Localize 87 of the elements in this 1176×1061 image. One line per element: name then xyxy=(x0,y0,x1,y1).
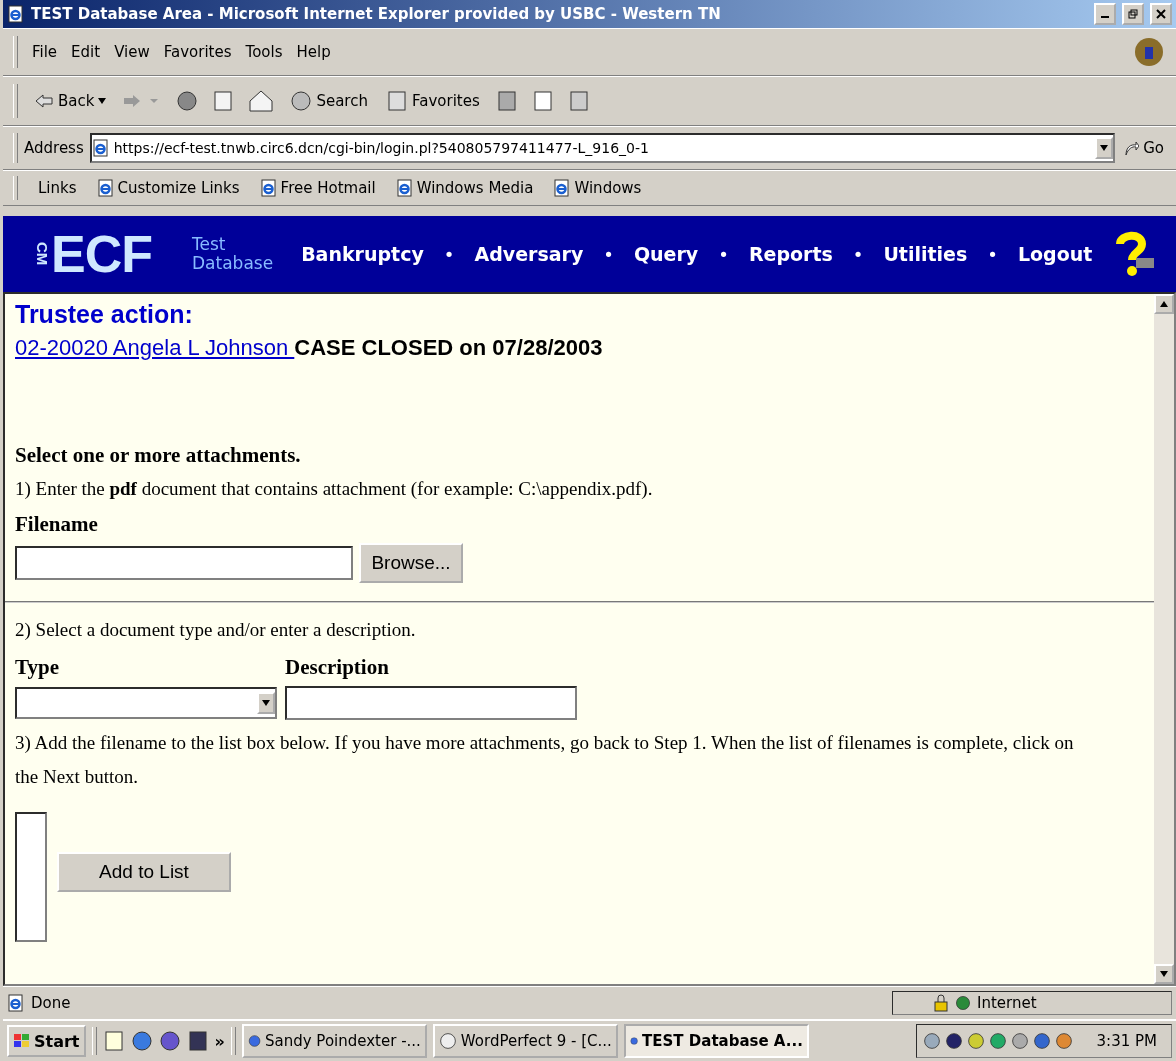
scrollbar[interactable] xyxy=(1154,294,1174,984)
field-label: Type xyxy=(15,655,60,680)
menu-item[interactable]: View xyxy=(114,43,150,61)
tray-icon[interactable] xyxy=(1032,1032,1051,1050)
links-label: Links xyxy=(38,179,77,197)
ie-page-icon xyxy=(91,139,110,157)
go-arrow-icon xyxy=(1123,140,1140,156)
zone-text: Internet xyxy=(977,994,1037,1012)
case-status: CASE CLOSED on 07/28/2003 xyxy=(294,335,603,361)
windows-logo-icon xyxy=(13,1033,31,1049)
case-link[interactable]: 02-20020 Angela L Johnson xyxy=(15,335,295,361)
add-to-list-button[interactable]: Add to List xyxy=(57,852,231,892)
step-text: 3) Add the filename to the list box below. If you have more attachments, go back to Step 1. When the list of filenames is complete, click on the Next button. xyxy=(15,731,1075,789)
nav-link[interactable]: Bankruptcy xyxy=(301,243,424,265)
nav-separator: • xyxy=(718,243,729,265)
clock: 3:31 PM xyxy=(1096,1032,1157,1050)
tray-icon[interactable] xyxy=(988,1032,1007,1050)
minimize-icon xyxy=(1101,16,1109,18)
go-button[interactable]: Go xyxy=(1121,137,1166,159)
tray-icon[interactable] xyxy=(1010,1032,1029,1050)
nav-separator: • xyxy=(603,243,614,265)
caret-icon xyxy=(98,98,107,104)
page-heading: Trustee action: xyxy=(15,300,194,329)
close-icon xyxy=(1156,9,1166,19)
nav-separator: • xyxy=(852,243,864,265)
logo-text: ECF xyxy=(51,224,152,284)
link-item[interactable]: Windows xyxy=(553,179,642,197)
link-item[interactable]: Free Hotmail xyxy=(259,179,376,197)
menu-item[interactable]: File xyxy=(32,43,58,61)
back-button[interactable]: Back xyxy=(32,90,109,112)
browse-button[interactable]: Browse... xyxy=(359,543,463,583)
menu-item[interactable]: Help xyxy=(296,43,331,61)
dropdown-arrow-icon xyxy=(1100,145,1109,151)
tray-icon[interactable] xyxy=(1054,1032,1073,1050)
search-button[interactable]: Search xyxy=(288,88,370,114)
ie-page-icon xyxy=(96,179,115,197)
logo-text: CM xyxy=(33,242,51,266)
nav-separator: • xyxy=(443,243,455,265)
link-item[interactable]: Windows Media xyxy=(395,179,534,197)
field-label: Description xyxy=(285,655,390,680)
step-text: 2) Select a document type and/or enter a description. xyxy=(15,618,417,642)
tray-icon[interactable] xyxy=(966,1032,985,1050)
subtitle-text: Test xyxy=(192,235,227,254)
nav-link[interactable]: Query xyxy=(633,243,699,265)
taskbar-button[interactable]: Sandy Poindexter -... xyxy=(241,1024,427,1058)
dropdown-arrow-icon xyxy=(262,700,270,706)
restore-button[interactable] xyxy=(1122,3,1144,25)
ie-page-icon xyxy=(395,179,414,197)
taskbar-button[interactable]: TEST Database A... xyxy=(623,1024,809,1058)
favorites-button[interactable]: Favorites xyxy=(383,88,482,114)
nav-link[interactable]: Utilities xyxy=(883,243,968,265)
nav-link[interactable]: Logout xyxy=(1017,243,1093,265)
window-title: TEST Database Area - Microsoft Internet Explorer provided by USBC - Western TN xyxy=(31,5,722,23)
menu-item[interactable]: Edit xyxy=(71,43,101,61)
scroll-up-icon xyxy=(1160,301,1168,307)
scroll-down-icon xyxy=(1160,971,1168,977)
nav-link[interactable]: Adversary xyxy=(474,243,584,265)
home-icon[interactable] xyxy=(248,89,275,113)
start-button[interactable]: Start xyxy=(7,1025,86,1057)
instruction-text: Select one or more attachments. xyxy=(15,443,302,468)
menu-item[interactable]: Favorites xyxy=(163,43,232,61)
ie-page-icon xyxy=(7,994,25,1012)
nav-separator: • xyxy=(987,243,998,265)
chevron[interactable]: » xyxy=(214,1031,225,1051)
link-item[interactable]: Customize Links xyxy=(96,179,240,197)
restore-icon xyxy=(1128,9,1138,19)
field-label: Filename xyxy=(15,512,99,537)
close-button[interactable] xyxy=(1150,3,1172,25)
menu-item[interactable]: Tools xyxy=(245,43,283,61)
address-label: Address xyxy=(24,139,84,157)
type-select[interactable] xyxy=(15,687,277,719)
nav-link[interactable]: Reports xyxy=(748,243,833,265)
tray-icon[interactable] xyxy=(944,1032,963,1050)
description-field[interactable] xyxy=(285,686,577,720)
ie-page-icon xyxy=(553,179,572,197)
minimize-button[interactable] xyxy=(1094,3,1116,25)
address-field[interactable]: https://ecf-test.tnwb.circ6.dcn/cgi-bin/login.pl?540805797411477-L_916_0-1 xyxy=(89,133,1116,163)
step-text: 1) Enter the pdf document that contains attachment (for example: C:\appendix.pdf). xyxy=(15,477,654,501)
ie-page-icon xyxy=(259,179,278,197)
tray-icon[interactable] xyxy=(922,1032,941,1050)
filename-field[interactable] xyxy=(15,546,353,580)
lock-icon xyxy=(933,994,949,1012)
status-text: Done xyxy=(31,994,72,1012)
subtitle-text: Database xyxy=(192,254,274,273)
taskbar-button[interactable]: WordPerfect 9 - [C... xyxy=(432,1024,618,1058)
back-arrow-icon xyxy=(34,93,54,109)
attachment-list-box[interactable] xyxy=(15,812,47,942)
